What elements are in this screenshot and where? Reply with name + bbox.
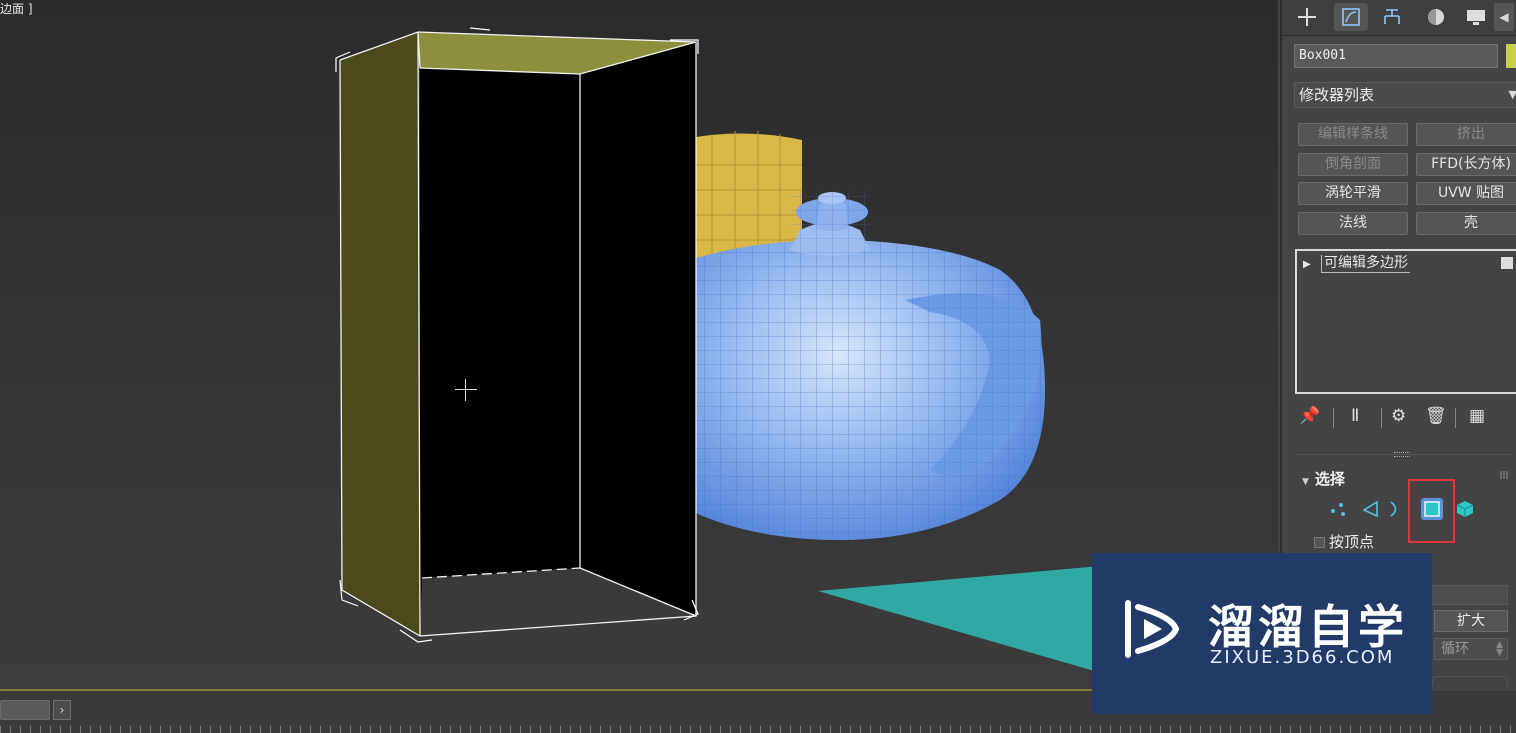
viewport-label[interactable]: 边面 ] [0,0,33,17]
modifier-button-shell[interactable]: 壳 [1416,212,1516,235]
modifier-button-ffd-box[interactable]: FFD(长方体) [1416,153,1516,176]
chevron-down-icon: ▼ [1508,88,1516,101]
modifier-button-bevel-profile[interactable]: 倒角剖面 [1298,153,1408,176]
stack-item-label: 可编辑多边形 [1321,255,1410,273]
object-color-swatch[interactable] [1506,44,1516,68]
remove-modifier-icon[interactable]: 🗑 [1425,406,1447,426]
annotation-highlight-box [1408,479,1455,543]
grow-button[interactable]: 扩大 [1434,610,1508,632]
play-logo-icon [1125,600,1180,658]
by-vertex-label: 按顶点 [1329,533,1375,551]
collapse-triangle-icon: ▼ [1302,477,1309,487]
modifier-button-edit-spline[interactable]: 编辑样条线 [1298,123,1408,146]
modifier-stack[interactable]: ▶ 可编辑多边形 [1295,249,1516,394]
edge-mode-icon[interactable] [1360,498,1382,520]
panel-resize-grip[interactable] [1394,452,1410,457]
motion-tab-icon[interactable] [1419,3,1453,31]
modifier-button-turbosmooth[interactable]: 涡轮平滑 [1298,182,1408,205]
divider [1381,408,1382,428]
next-frame-button[interactable]: › [53,700,71,720]
pin-stack-icon[interactable]: 📌 [1299,406,1320,426]
watermark-overlay: 溜溜自学 ZIXUE.3D66.COM [1092,553,1432,714]
modify-tab-icon[interactable] [1334,3,1368,31]
rollout-edge [1432,676,1508,686]
divider [1333,408,1334,428]
threshold-spinner[interactable] [1430,585,1508,605]
modifier-button-normal[interactable]: 法线 [1298,212,1408,235]
crosshair-cursor [455,379,477,401]
modifier-list-dropdown[interactable]: 修改器列表 ▼ [1294,82,1516,108]
make-unique-icon[interactable]: ⚙ [1391,406,1406,426]
object-name-field[interactable]: Box001 [1294,44,1498,68]
rollout-grip-icon[interactable] [1500,471,1508,479]
hierarchy-tab-icon[interactable] [1375,3,1409,31]
scroll-left-icon[interactable]: ◀ [1494,3,1514,31]
configure-modifier-sets-icon[interactable]: ▦ [1469,406,1485,426]
command-panel-tabs: ◀ [1282,0,1516,36]
display-tab-icon[interactable] [1459,3,1493,31]
by-vertex-option[interactable]: 按顶点 [1314,531,1374,552]
element-mode-icon[interactable] [1454,498,1476,520]
watermark-url: ZIXUE.3D66.COM [1210,647,1395,668]
time-slider[interactable] [0,700,50,720]
vertex-mode-icon[interactable] [1328,498,1350,520]
show-end-result-icon[interactable]: Ⅱ [1351,406,1359,426]
modifier-button-uvw-map[interactable]: UVW 贴图 [1416,182,1516,205]
stack-item-toggle-icon[interactable] [1501,257,1513,269]
perspective-viewport[interactable]: 边面 ] [0,0,1278,690]
box-object [335,27,699,643]
timeline-ruler[interactable] [0,726,1516,733]
by-vertex-checkbox[interactable] [1314,537,1325,548]
border-mode-icon[interactable] [1388,498,1402,520]
spinner-arrows-icon[interactable]: ▲ ▼ [1496,641,1503,658]
loop-label: 循环 [1441,641,1469,657]
loop-button[interactable]: 循环 ▲ ▼ [1434,638,1508,660]
expand-triangle-icon[interactable]: ▶ [1303,255,1321,275]
selection-rollout-header[interactable]: ▼ 选择 [1302,468,1345,489]
selection-rollout-title: 选择 [1314,470,1345,488]
viewport-scene [335,27,1278,690]
stack-toolbar: 📌 Ⅱ ⚙ 🗑 ▦ [1295,404,1516,430]
stack-item-editable-poly[interactable]: ▶ 可编辑多边形 [1303,253,1516,273]
modifier-list-label: 修改器列表 [1299,86,1375,104]
create-tab-icon[interactable] [1290,3,1324,31]
modifier-button-extrude[interactable]: 挤出 [1416,123,1516,146]
divider [1455,408,1456,428]
